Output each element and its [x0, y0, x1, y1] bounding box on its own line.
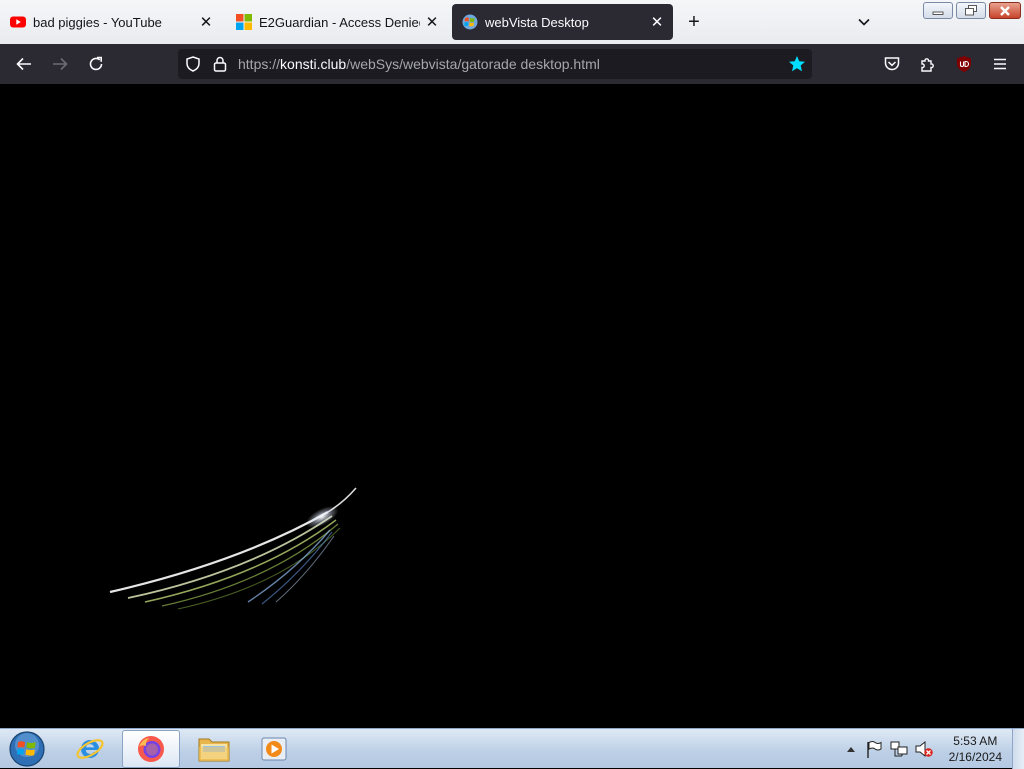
tracking-protection-shield-icon[interactable] [184, 55, 202, 73]
folder-icon [198, 738, 230, 762]
network-button[interactable] [890, 735, 908, 768]
reload-icon [89, 56, 103, 71]
speaker-muted-icon [915, 740, 933, 758]
taskbar-internet-explorer[interactable] [62, 730, 118, 768]
puzzle-piece-icon [921, 58, 934, 72]
url-path: /webSys/webvista/gatorade desktop.html [346, 56, 600, 72]
forward-button[interactable] [46, 50, 74, 78]
address-bar[interactable]: https://konsti.club/webSys/webvista/gato… [178, 49, 812, 79]
youtube-icon [10, 16, 26, 28]
hamburger-menu-icon [994, 58, 1006, 70]
reload-button[interactable] [82, 50, 110, 78]
url-text[interactable]: https://konsti.club/webSys/webvista/gato… [238, 56, 600, 72]
taskbar-media-player[interactable] [246, 730, 302, 768]
close-tab-icon[interactable]: ✕ [194, 10, 218, 34]
tab-strip: bad piggies - YouTube ✕ E2Guardian - Acc… [0, 0, 1024, 44]
flag-icon [867, 741, 882, 758]
restore-icon [965, 5, 977, 16]
close-tab-icon[interactable]: ✕ [645, 10, 669, 34]
ublock-origin-icon [957, 56, 971, 72]
windows-animation-streaks-graphic [109, 487, 357, 610]
back-arrow-icon [16, 57, 31, 71]
taskbar-file-explorer[interactable] [186, 730, 242, 768]
tab-youtube[interactable]: bad piggies - YouTube ✕ [0, 4, 222, 40]
back-button[interactable] [10, 50, 38, 78]
clock[interactable]: 5:53 AM 2/16/2024 [949, 733, 1002, 765]
tab-title: webVista Desktop [485, 14, 589, 30]
forward-arrow-icon [53, 57, 68, 71]
network-icon [890, 741, 908, 757]
media-player-icon [261, 737, 287, 761]
triangle-up-icon [847, 747, 855, 752]
windows-vista-icon [462, 14, 478, 30]
restore-button[interactable] [956, 2, 986, 19]
url-host: konsti.club [280, 56, 347, 72]
window-controls [923, 2, 1021, 19]
minimize-icon [932, 11, 944, 15]
show-hidden-icons-button[interactable] [845, 735, 857, 768]
taskbar-firefox[interactable] [122, 730, 180, 768]
list-all-tabs-button[interactable] [852, 10, 876, 34]
url-scheme: https:// [238, 56, 281, 72]
action-center-button[interactable] [866, 735, 882, 768]
pocket-icon [884, 57, 900, 71]
page-content[interactable] [0, 84, 1024, 728]
tab-title: bad piggies - YouTube [33, 14, 162, 30]
tab-e2guardian[interactable]: E2Guardian - Access Denied ✕ [226, 4, 448, 40]
bookmark-star-icon[interactable] [788, 55, 806, 73]
app-menu-button[interactable] [986, 50, 1014, 78]
microsoft-icon [236, 14, 252, 30]
volume-button[interactable] [914, 735, 934, 768]
windows-start-orb-icon [9, 731, 45, 767]
extensions-button[interactable] [914, 50, 942, 78]
tab-title: E2Guardian - Access Denied [259, 14, 420, 30]
close-icon [1000, 5, 1010, 16]
ublock-origin-button[interactable] [950, 50, 978, 78]
close-window-button[interactable] [989, 2, 1021, 19]
internet-explorer-icon [76, 739, 104, 759]
show-desktop-button[interactable] [1012, 729, 1024, 769]
minimize-button[interactable] [923, 2, 953, 19]
clock-date: 2/16/2024 [948, 750, 1002, 764]
navigation-toolbar: https://konsti.club/webSys/webvista/gato… [0, 44, 1024, 84]
clock-time: 5:53 AM [953, 734, 998, 748]
start-button[interactable] [2, 730, 52, 768]
close-tab-icon[interactable]: ✕ [420, 10, 444, 34]
tab-webvista[interactable]: webVista Desktop ✕ [452, 4, 673, 40]
taskbar: 5:53 AM 2/16/2024 [0, 728, 1024, 769]
lock-icon[interactable] [211, 55, 229, 73]
pocket-button[interactable] [878, 50, 906, 78]
chevron-down-icon [858, 18, 870, 26]
firefox-icon [138, 736, 164, 762]
new-tab-button[interactable]: + [682, 10, 706, 34]
